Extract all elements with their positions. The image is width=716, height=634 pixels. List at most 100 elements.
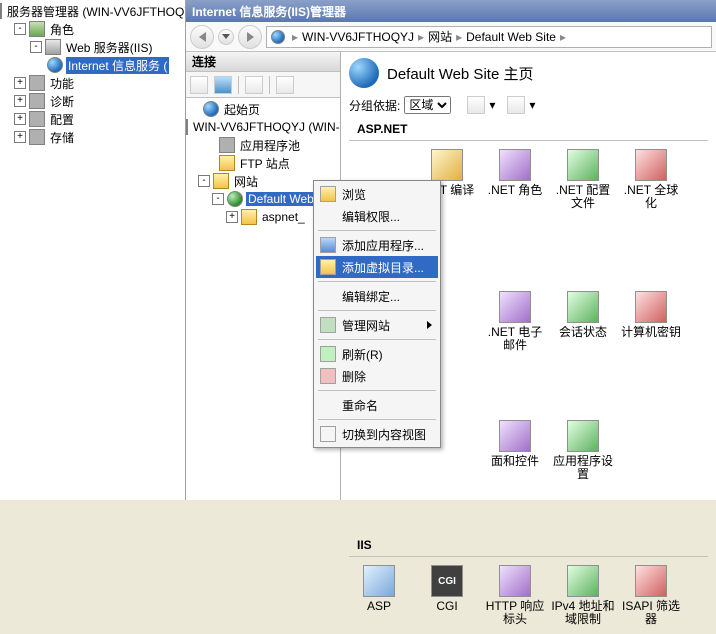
- ctx-add-application[interactable]: 添加应用程序...: [316, 234, 438, 256]
- feature-icon: [499, 420, 531, 452]
- breadcrumb-host[interactable]: WIN-VV6JFTHOQYJ: [302, 30, 414, 44]
- feature-item[interactable]: IPv4 地址和域限制: [550, 565, 616, 626]
- mmc-diagnostics-node[interactable]: + 诊断: [0, 92, 185, 110]
- ctx-browse[interactable]: 浏览: [316, 183, 438, 205]
- ctx-add-virtual-directory[interactable]: 添加虚拟目录...: [316, 256, 438, 278]
- ctx-sep: [318, 339, 436, 340]
- mmc-roles-label: 角色: [48, 21, 76, 38]
- ctx-edit-bindings[interactable]: 编辑绑定...: [316, 285, 438, 307]
- mmc-webserver-node[interactable]: - Web 服务器(IIS): [0, 38, 185, 56]
- feature-item[interactable]: ISAPI 筛选器: [618, 565, 684, 626]
- app-pools-node[interactable]: 应用程序池: [186, 136, 340, 154]
- mmc-config-node[interactable]: + 配置: [0, 110, 185, 128]
- features-icon: [29, 75, 45, 91]
- collapse-icon[interactable]: -: [14, 23, 26, 35]
- feature-label: .NET 电子邮件: [482, 326, 548, 352]
- feature-icon: [635, 149, 667, 181]
- collapse-icon[interactable]: -: [212, 193, 224, 205]
- feature-item[interactable]: .NET 配置文件: [550, 149, 616, 210]
- feature-item[interactable]: 计算机密钥: [618, 291, 684, 352]
- mmc-roles-node[interactable]: - 角色: [0, 20, 185, 38]
- collapse-icon[interactable]: -: [198, 175, 210, 187]
- breadcrumb-sep: ▸: [292, 30, 298, 44]
- iis-icon: [47, 57, 63, 73]
- feature-label: ASP: [367, 600, 391, 613]
- ctx-manage-website[interactable]: 管理网站: [316, 314, 438, 336]
- view-dropdown[interactable]: ▾: [489, 98, 495, 112]
- storage-icon: [29, 129, 45, 145]
- feature-item[interactable]: 会话状态: [550, 291, 616, 352]
- start-page-icon: [203, 101, 219, 117]
- ctx-remove[interactable]: 删除: [316, 365, 438, 387]
- start-page-node[interactable]: 起始页: [186, 100, 340, 118]
- breadcrumb-icon: [271, 30, 285, 44]
- nav-back-history-button[interactable]: [218, 29, 234, 45]
- iis-title: Internet 信息服务(IIS)管理器: [192, 3, 346, 20]
- expand-icon[interactable]: +: [14, 95, 26, 107]
- expand-icon[interactable]: +: [14, 131, 26, 143]
- stop-button[interactable]: [276, 76, 294, 94]
- nav-forward-button[interactable]: [238, 25, 262, 49]
- ftp-sites-node[interactable]: FTP 站点: [186, 154, 340, 172]
- sites-icon: [213, 173, 229, 189]
- ctx-sep: [318, 230, 436, 231]
- view-mode-dropdown[interactable]: ▾: [529, 98, 535, 112]
- ctx-rename[interactable]: 重命名: [316, 394, 438, 416]
- feature-item[interactable]: ASP: [346, 565, 412, 626]
- view-toggle-button[interactable]: [467, 96, 485, 114]
- feature-item[interactable]: HTTP 响应标头: [482, 565, 548, 626]
- feature-label: 面和控件: [491, 455, 539, 468]
- up-button[interactable]: [245, 76, 263, 94]
- mmc-storage-node[interactable]: + 存储: [0, 128, 185, 146]
- manage-site-icon: [320, 317, 336, 333]
- mmc-features-node[interactable]: + 功能: [0, 74, 185, 92]
- remove-icon: [320, 368, 336, 384]
- expand-icon[interactable]: +: [14, 113, 26, 125]
- save-button[interactable]: [214, 76, 232, 94]
- mmc-iis-node[interactable]: Internet 信息服务 (: [0, 56, 185, 74]
- nav-back-button[interactable]: [190, 25, 214, 49]
- feature-icon: [567, 565, 599, 597]
- role-icon: [29, 21, 45, 37]
- toolbar-sep: [238, 76, 239, 94]
- view-mode-button[interactable]: [507, 96, 525, 114]
- group-by-select[interactable]: 区域: [404, 96, 451, 114]
- breadcrumb-sep: ▸: [456, 30, 462, 44]
- mmc-storage-label: 存储: [48, 129, 76, 146]
- feature-icon: [635, 291, 667, 323]
- connect-button[interactable]: [190, 76, 208, 94]
- aspnet-folder-label: aspnet_: [260, 210, 307, 224]
- feature-item[interactable]: .NET 角色: [482, 149, 548, 210]
- feature-label: IPv4 地址和域限制: [550, 600, 616, 626]
- host-node[interactable]: WIN-VV6JFTHOQYJ (WIN-VV6: [186, 118, 340, 136]
- connections-header: 连接: [186, 52, 340, 72]
- mmc-config-label: 配置: [48, 111, 76, 128]
- mmc-diagnostics-label: 诊断: [48, 93, 76, 110]
- feature-item[interactable]: .NET 电子邮件: [482, 291, 548, 352]
- feature-item[interactable]: 应用程序设置: [550, 420, 616, 481]
- ctx-sep: [318, 419, 436, 420]
- feature-icon: CGI: [431, 565, 463, 597]
- submenu-arrow-icon: [427, 321, 432, 329]
- start-page-label: 起始页: [222, 101, 262, 118]
- feature-item[interactable]: 面和控件: [482, 420, 548, 481]
- feature-label: ISAPI 筛选器: [618, 600, 684, 626]
- feature-label: .NET 配置文件: [550, 184, 616, 210]
- browse-icon: [320, 186, 336, 202]
- ctx-content-view[interactable]: 切换到内容视图: [316, 423, 438, 445]
- collapse-icon[interactable]: -: [30, 41, 42, 53]
- expand-icon[interactable]: +: [226, 211, 238, 223]
- expand-icon[interactable]: +: [14, 77, 26, 89]
- diagnostics-icon: [29, 93, 45, 109]
- breadcrumb-sites[interactable]: 网站: [428, 28, 452, 45]
- mmc-root-node[interactable]: 服务器管理器 (WIN-VV6JFTHOQY: [0, 2, 185, 20]
- feature-item[interactable]: CGICGI: [414, 565, 480, 626]
- breadcrumb-site[interactable]: Default Web Site: [466, 30, 556, 44]
- feature-item[interactable]: .NET 全球化: [618, 149, 684, 210]
- sites-label: 网站: [232, 173, 260, 190]
- ctx-refresh[interactable]: 刷新(R): [316, 343, 438, 365]
- page-title: Default Web Site 主页: [387, 63, 533, 84]
- ctx-edit-permissions[interactable]: 编辑权限...: [316, 205, 438, 227]
- toolbar-sep: [269, 76, 270, 94]
- breadcrumb[interactable]: ▸ WIN-VV6JFTHOQYJ ▸ 网站 ▸ Default Web Sit…: [266, 26, 712, 48]
